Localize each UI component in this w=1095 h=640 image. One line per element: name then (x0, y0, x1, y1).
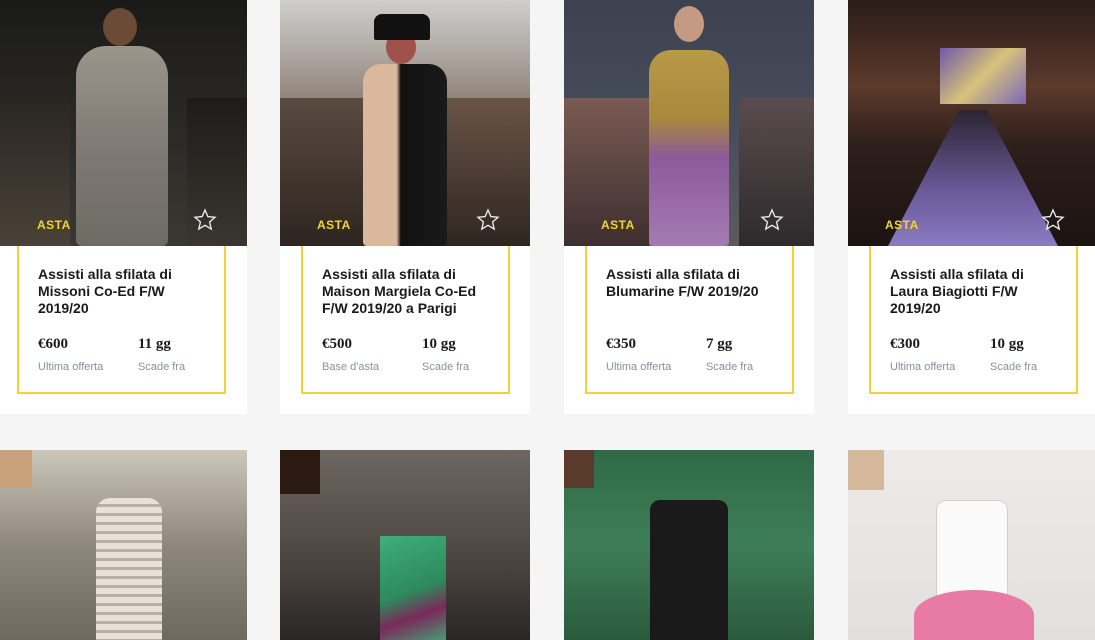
card-photo[interactable]: ASTA (564, 0, 814, 246)
auction-grid: ASTA Assisti alla sfilata di Missoni Co-… (0, 0, 1095, 640)
price-label: Base d'asta (322, 361, 380, 373)
star-icon[interactable] (476, 208, 500, 232)
stage-screen (940, 48, 1026, 104)
card-title[interactable]: Assisti alla sfilata di Missoni Co-Ed F/… (38, 266, 213, 317)
price-label: Ultima offerta (38, 361, 104, 373)
days-value: 10 gg (422, 336, 456, 352)
auction-badge: ASTA (37, 218, 71, 232)
outfit-shape (650, 500, 728, 640)
card-photo[interactable] (0, 450, 247, 640)
price-label: Ultima offerta (890, 361, 956, 373)
auction-card[interactable]: ASTA Assisti alla sfilata di Blumarine F… (564, 0, 814, 414)
card-info: Assisti alla sfilata di Maison Margiela … (301, 246, 510, 394)
days-label: Scade fra (138, 361, 186, 373)
dress-shape (96, 498, 162, 640)
dress-shape (380, 536, 446, 640)
auction-badge: ASTA (885, 218, 919, 232)
price-value: €500 (322, 336, 352, 352)
days-label: Scade fra (990, 361, 1038, 373)
star-icon[interactable] (193, 208, 217, 232)
auction-badge: ASTA (317, 218, 351, 232)
days-label: Scade fra (706, 361, 754, 373)
card-photo[interactable]: ASTA (280, 0, 530, 246)
days-value: 10 gg (990, 336, 1024, 352)
auction-card[interactable]: ASTA Assisti alla sfilata di Missoni Co-… (0, 0, 247, 414)
card-photo[interactable]: ASTA (0, 0, 247, 246)
price-value: €300 (890, 336, 920, 352)
hat-shape (374, 14, 430, 40)
card-info: Assisti alla sfilata di Laura Biagiotti … (869, 246, 1078, 394)
card-photo[interactable]: ASTA (848, 0, 1095, 246)
days-value: 11 gg (138, 336, 171, 352)
card-info: Assisti alla sfilata di Missoni Co-Ed F/… (17, 246, 226, 394)
card-photo[interactable] (280, 450, 530, 640)
price-value: €600 (38, 336, 68, 352)
days-value: 7 gg (706, 336, 733, 352)
price-value: €350 (606, 336, 636, 352)
card-info: Assisti alla sfilata di Blumarine F/W 20… (585, 246, 794, 394)
star-icon[interactable] (760, 208, 784, 232)
card-title[interactable]: Assisti alla sfilata di Maison Margiela … (322, 266, 497, 317)
shirt-shape (936, 500, 1008, 596)
star-icon[interactable] (1041, 208, 1065, 232)
days-label: Scade fra (422, 361, 470, 373)
card-photo[interactable] (848, 450, 1095, 640)
auction-badge: ASTA (601, 218, 635, 232)
auction-card[interactable]: ASTA Assisti alla sfilata di Maison Marg… (280, 0, 530, 414)
card-photo[interactable] (564, 450, 814, 640)
skirt-shape (914, 590, 1034, 640)
card-title[interactable]: Assisti alla sfilata di Blumarine F/W 20… (606, 266, 781, 300)
card-title[interactable]: Assisti alla sfilata di Laura Biagiotti … (890, 266, 1065, 317)
price-label: Ultima offerta (606, 361, 672, 373)
auction-card[interactable]: ASTA Assisti alla sfilata di Laura Biagi… (848, 0, 1095, 414)
